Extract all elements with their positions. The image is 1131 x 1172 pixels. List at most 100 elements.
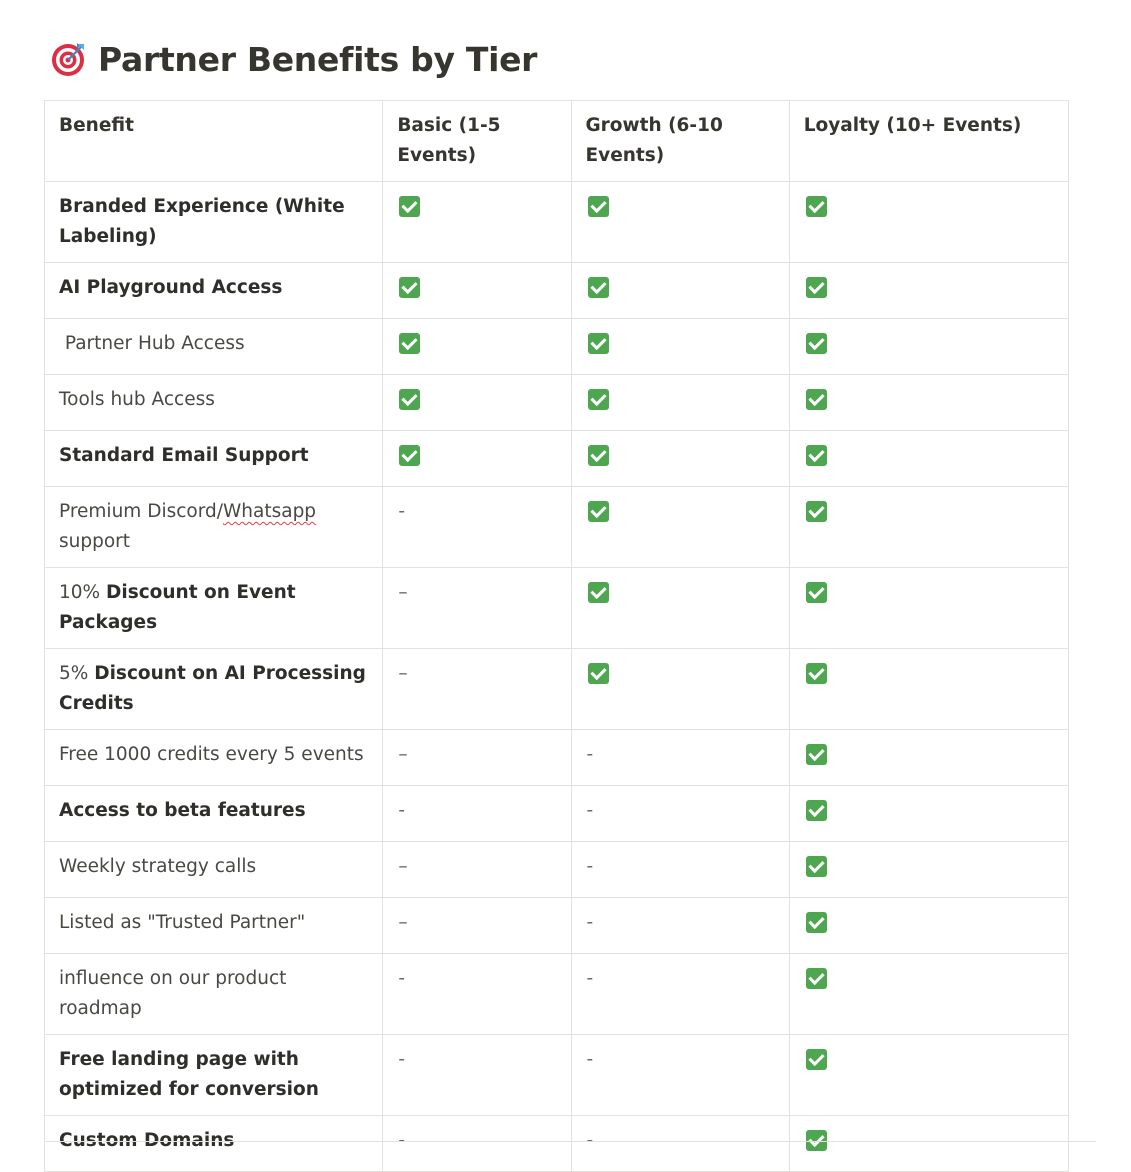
benefit-cell: Tools hub Access <box>43 374 384 431</box>
benefit-cell: AI Playground Access <box>43 262 384 319</box>
growth-cell <box>570 318 790 375</box>
divider <box>44 1141 1096 1142</box>
check-mark-icon <box>805 1049 827 1070</box>
loyalty-cell <box>788 262 1070 319</box>
loyalty-cell <box>788 567 1070 649</box>
basic-cell: - <box>382 953 572 1035</box>
not-included-dash: - <box>586 1049 594 1070</box>
check-mark-icon <box>805 445 827 466</box>
check-mark-icon <box>805 333 827 354</box>
growth-cell: - <box>570 841 790 898</box>
loyalty-cell <box>788 1115 1070 1172</box>
not-included-dash: – <box>398 744 408 765</box>
benefit-label: Partner Hub Access <box>59 333 245 354</box>
basic-cell: – <box>382 897 572 954</box>
table-row: Free landing page with optimized for con… <box>43 1034 1070 1116</box>
check-mark-icon <box>399 277 421 298</box>
check-mark-icon <box>587 501 609 522</box>
not-included-dash: - <box>586 912 594 933</box>
basic-cell: – <box>382 648 572 730</box>
benefit-label: Standard Email Support <box>59 445 309 466</box>
table-row: Custom Domains-- <box>43 1115 1070 1172</box>
check-mark-icon <box>805 744 827 765</box>
check-mark-icon <box>587 582 609 603</box>
table-row: Free 1000 credits every 5 events – - <box>43 729 1070 786</box>
basic-cell: - <box>382 1115 572 1172</box>
loyalty-cell <box>788 953 1070 1035</box>
spellcheck-underlined-word: Whatsapp <box>222 501 317 522</box>
benefit-label: AI Playground Access <box>59 277 283 298</box>
growth-cell <box>570 430 790 487</box>
loyalty-cell <box>788 729 1070 786</box>
growth-cell <box>570 181 790 263</box>
not-included-dash: - <box>586 800 594 821</box>
check-mark-icon <box>587 663 609 684</box>
benefit-label: Premium Discord/Whatsapp support <box>59 501 317 552</box>
check-mark-icon <box>399 389 421 410</box>
benefit-cell: Weekly strategy calls <box>43 841 384 898</box>
header-growth: Growth (6-10 Events) <box>570 100 790 182</box>
benefit-label: Listed as "Trusted Partner" <box>59 912 306 933</box>
benefit-label: Free 1000 credits every 5 events <box>59 744 364 765</box>
not-included-dash: - <box>398 968 406 989</box>
benefits-table: Benefit Basic (1-5 Events) Growth (6-10 … <box>43 100 1070 1172</box>
header-benefit: Benefit <box>43 100 384 182</box>
benefit-cell: Free 1000 credits every 5 events <box>43 729 384 786</box>
benefit-cell: Custom Domains <box>43 1115 384 1172</box>
table-row: 5% Discount on AI Processing Credits – <box>43 648 1070 730</box>
check-mark-icon <box>805 968 827 989</box>
not-included-dash: – <box>398 856 408 877</box>
growth-cell: - <box>570 953 790 1035</box>
basic-cell: - <box>382 1034 572 1116</box>
page-heading: Partner Benefits by Tier <box>50 36 537 82</box>
check-mark-icon <box>805 501 827 522</box>
not-included-dash: – <box>398 663 408 684</box>
table-row: Branded Experience (White Labeling) <box>43 181 1070 263</box>
basic-cell <box>382 181 572 263</box>
check-mark-icon <box>805 582 827 603</box>
benefit-cell: influence on our product roadmap <box>43 953 384 1035</box>
check-mark-icon <box>805 800 827 821</box>
basic-cell: - <box>382 785 572 842</box>
table-header-row: Benefit Basic (1-5 Events) Growth (6-10 … <box>43 100 1070 182</box>
growth-cell <box>570 374 790 431</box>
basic-cell: - <box>382 486 572 568</box>
basic-cell <box>382 262 572 319</box>
not-included-dash: - <box>586 856 594 877</box>
not-included-dash: - <box>586 744 594 765</box>
loyalty-cell <box>788 318 1070 375</box>
check-mark-icon <box>587 196 609 217</box>
table-row: influence on our product roadmap - - <box>43 953 1070 1035</box>
benefit-label: influence on our product roadmap <box>59 968 293 1019</box>
benefit-cell: Listed as "Trusted Partner" <box>43 897 384 954</box>
check-mark-icon <box>587 277 609 298</box>
growth-cell <box>570 648 790 730</box>
check-mark-icon <box>587 333 609 354</box>
growth-cell <box>570 262 790 319</box>
benefit-label: Branded Experience (White Labeling) <box>59 196 352 247</box>
basic-cell <box>382 430 572 487</box>
direct-hit-target-icon <box>50 40 88 78</box>
not-included-dash: - <box>398 1049 406 1070</box>
basic-cell: – <box>382 567 572 649</box>
check-mark-icon <box>399 333 421 354</box>
benefit-cell: 5% Discount on AI Processing Credits <box>43 648 384 730</box>
loyalty-cell <box>788 374 1070 431</box>
benefit-label: Weekly strategy calls <box>59 856 257 877</box>
check-mark-icon <box>399 196 421 217</box>
table-row: Weekly strategy calls – - <box>43 841 1070 898</box>
check-mark-icon <box>805 196 827 217</box>
growth-cell: - <box>570 1115 790 1172</box>
benefit-cell: 10% Discount on Event Packages <box>43 567 384 649</box>
check-mark-icon <box>805 389 827 410</box>
benefit-cell: Premium Discord/Whatsapp support <box>43 486 384 568</box>
not-included-dash: – <box>398 582 408 603</box>
basic-cell: – <box>382 729 572 786</box>
not-included-dash: – <box>398 912 408 933</box>
loyalty-cell <box>788 181 1070 263</box>
benefit-cell: Branded Experience (White Labeling) <box>43 181 384 263</box>
check-mark-icon <box>805 912 827 933</box>
loyalty-cell <box>788 430 1070 487</box>
benefit-cell: Free landing page with optimized for con… <box>43 1034 384 1116</box>
benefit-cell: Partner Hub Access <box>43 318 384 375</box>
